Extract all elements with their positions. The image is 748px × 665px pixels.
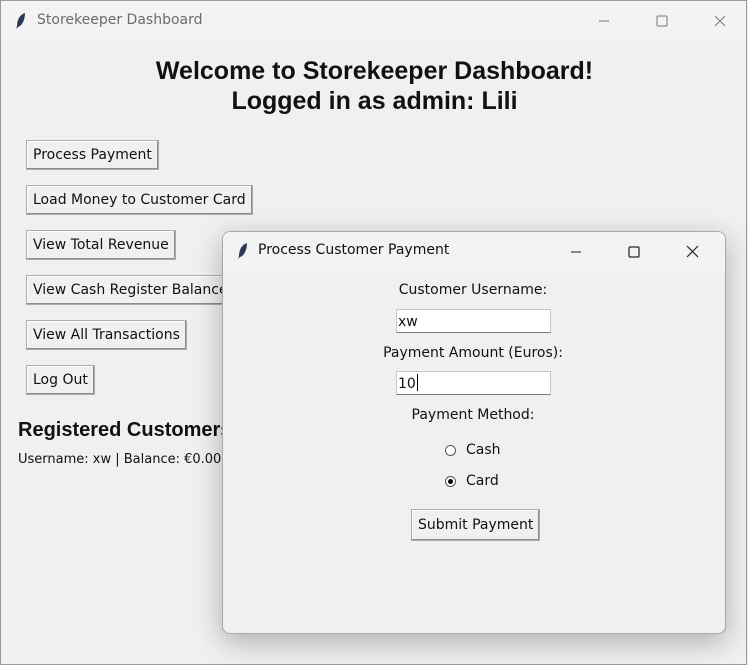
feather-icon [238, 243, 247, 259]
welcome-heading: Welcome to Storekeeper Dashboard! [155, 57, 594, 85]
minimize-icon [571, 251, 581, 252]
feather-icon [16, 13, 25, 29]
close-icon [714, 15, 726, 27]
maximize-icon [656, 15, 668, 27]
radio-cash-indicator[interactable] [445, 444, 456, 456]
main-titlebar: Storekeeper Dashboard [1, 1, 746, 41]
radio-card-label: Card [466, 473, 499, 489]
main-window-title: Storekeeper Dashboard [37, 12, 203, 28]
process-payment-button[interactable]: Process Payment [26, 140, 159, 170]
radio-card-indicator[interactable] [445, 475, 456, 487]
logged-in-heading: Logged in as admin: Lili [231, 87, 518, 115]
dialog-title: Process Customer Payment [258, 242, 450, 258]
minimize-button[interactable] [575, 1, 633, 41]
payment-amount-label: Payment Amount (Euros): [383, 345, 563, 361]
dialog-minimize-button[interactable] [547, 232, 605, 271]
dialog-maximize-button[interactable] [605, 232, 663, 271]
payment-method-label: Payment Method: [411, 407, 535, 423]
view-total-revenue-button[interactable]: View Total Revenue [26, 230, 176, 260]
view-cash-register-button[interactable]: View Cash Register Balance [26, 275, 235, 305]
text-caret [416, 374, 418, 391]
payment-amount-input[interactable]: 10 [396, 371, 551, 395]
load-money-button[interactable]: Load Money to Customer Card [26, 185, 253, 215]
radio-cash[interactable]: Cash [445, 440, 501, 460]
close-button[interactable] [691, 1, 746, 41]
customer-list-item: Username: xw | Balance: €0.00 [18, 452, 222, 467]
dialog-close-button[interactable] [663, 232, 721, 271]
customer-username-label: Customer Username: [398, 282, 548, 298]
view-all-transactions-button[interactable]: View All Transactions [26, 320, 187, 350]
customer-username-input[interactable]: xw [396, 309, 551, 333]
registered-customers-heading: Registered Customers [18, 419, 232, 441]
process-payment-dialog: Process Customer Payment Customer Userna… [222, 231, 726, 634]
close-icon [686, 245, 698, 258]
maximize-button[interactable] [633, 1, 691, 41]
dialog-titlebar: Process Customer Payment [223, 232, 725, 271]
maximize-icon [628, 245, 640, 258]
payment-amount-value: 10 [398, 376, 416, 392]
log-out-button[interactable]: Log Out [26, 365, 95, 395]
minimize-icon [599, 20, 609, 22]
radio-card[interactable]: Card [445, 471, 499, 491]
submit-payment-button[interactable]: Submit Payment [411, 509, 541, 541]
radio-cash-label: Cash [466, 442, 501, 458]
